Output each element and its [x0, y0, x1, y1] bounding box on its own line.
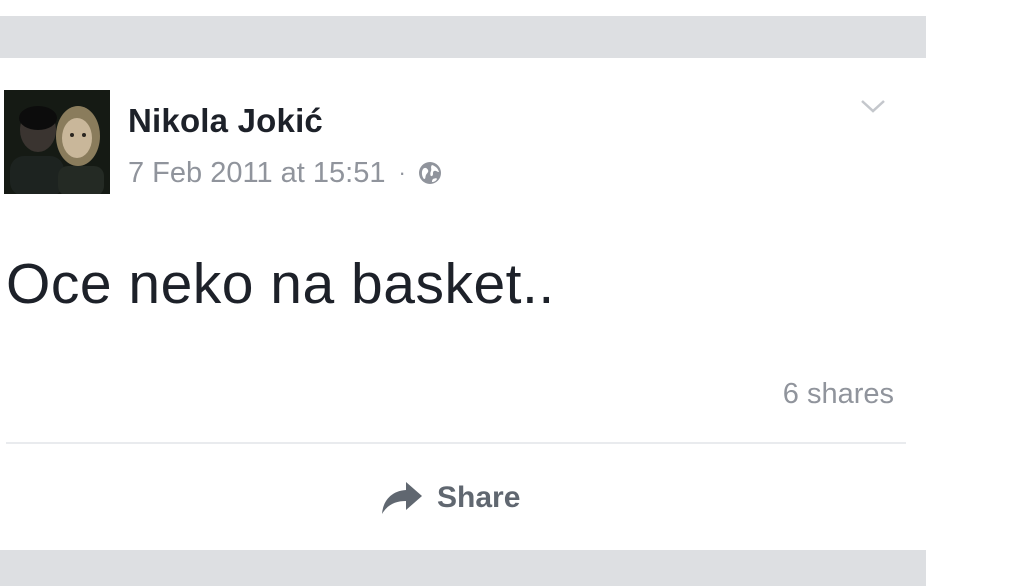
globe-icon[interactable]: [417, 160, 443, 186]
post-text: Oce neko na basket..: [6, 252, 555, 316]
feed-separator-top: [0, 16, 926, 58]
author-name[interactable]: Nikola Jokić: [128, 102, 323, 140]
avatar-photo: [4, 90, 110, 194]
post-meta: 7 Feb 2011 at 15:51 ·: [128, 156, 443, 190]
meta-separator: ·: [398, 160, 406, 185]
share-label: Share: [437, 481, 521, 514]
shares-count[interactable]: 6 shares: [783, 378, 894, 411]
share-arrow-icon: [380, 480, 424, 516]
chevron-down-icon[interactable]: [858, 96, 888, 116]
share-button[interactable]: Share: [380, 473, 520, 523]
post-timestamp[interactable]: 7 Feb 2011 at 15:51: [128, 157, 385, 190]
avatar[interactable]: [4, 90, 110, 194]
feed-separator-bottom: [0, 550, 926, 586]
feed-page: Nikola Jokić 7 Feb 2011 at 15:51 · Oce n…: [0, 0, 1024, 586]
post-card: Nikola Jokić 7 Feb 2011 at 15:51 · Oce n…: [0, 58, 926, 550]
action-divider: [6, 442, 906, 444]
